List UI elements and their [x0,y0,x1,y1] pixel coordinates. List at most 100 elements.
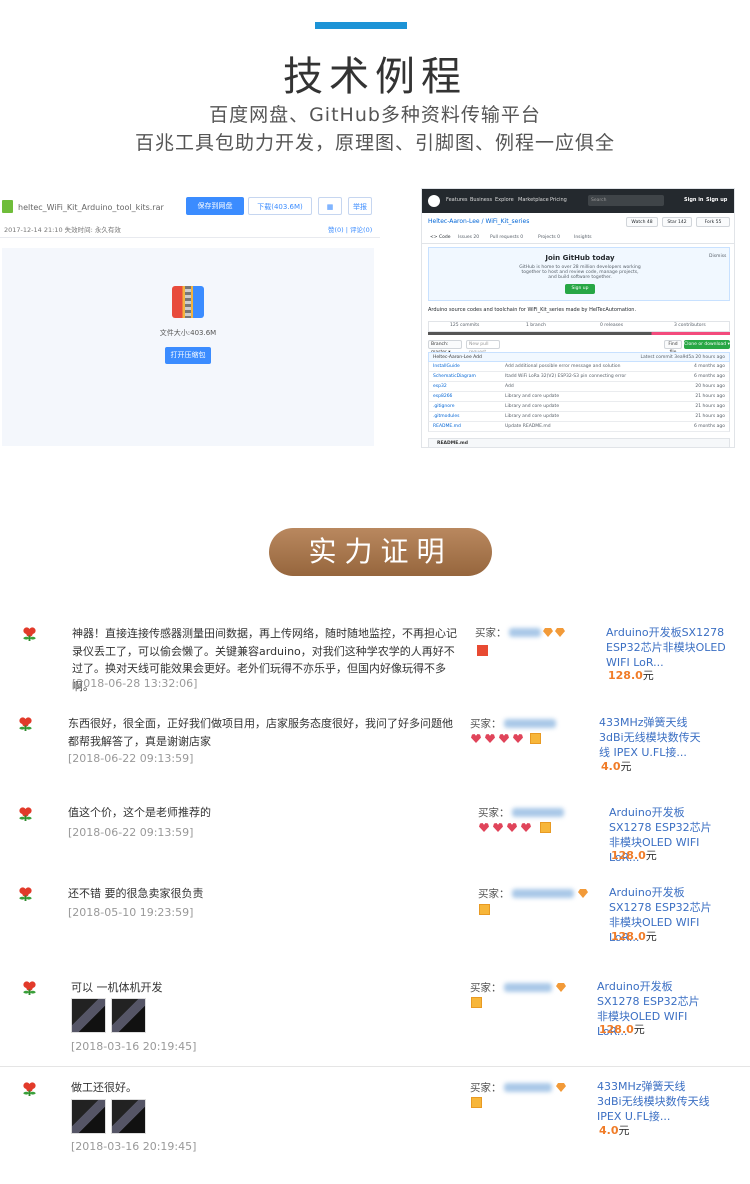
watch-button[interactable]: Watch 48 [626,217,658,227]
commit-message: Library and core update [505,404,560,409]
heart-icon [485,734,495,743]
dismiss-button[interactable]: Dismiss [709,254,726,259]
commit-time: 6 months ago [693,424,725,429]
section-title: 技术例程 [283,54,467,100]
product-link[interactable]: 433MHz弹簧天线 3dBi无线模块数传天线 IPEX U.FL接... [599,715,711,760]
buyer-name-masked [504,1083,552,1092]
nav-pricing[interactable]: Pricing [550,197,567,203]
review-photo[interactable] [111,998,146,1033]
accent-bar [315,22,407,29]
diamond-icon [556,983,566,992]
file-row[interactable]: SchematicDiagram Itadd WiFi LoRa 32(V2) E… [428,372,730,382]
star-button[interactable]: Star 142 [662,217,692,227]
tab-projects[interactable]: Projects 0 [538,235,560,240]
review-date: [2018-05-10 19:23:59] [68,906,194,919]
flower-rating-icon [19,807,32,821]
signup-button[interactable]: Sign up [565,284,595,294]
download-button[interactable]: 下载(403.6M) [248,197,312,215]
stat-contributors[interactable]: 3 contributors [674,323,706,328]
buyer-label: 买家： [478,807,510,819]
subtitle-1: 百度网盘、GitHub多种资料传输平台 [209,104,541,126]
signup-link[interactable]: Sign up [706,197,727,203]
tab-pull-requests[interactable]: Pull requests 0 [490,235,523,240]
flower-rating-icon [19,887,32,901]
like-comment-links[interactable]: 赞(0) | 评论(0) [328,224,372,234]
file-row[interactable]: .gitignore Library and core update 21 hour… [428,402,730,412]
heart-icon [499,734,509,743]
file-name[interactable]: README.md [433,424,461,429]
vip-badge-icon [471,997,482,1008]
review-date: [2018-06-22 09:13:59] [68,826,194,839]
review-date: [2018-06-22 09:13:59] [68,752,194,765]
stat-commits[interactable]: 125 commits [450,323,479,328]
product-link[interactable]: 433MHz弹簧天线 3dBi无线模块数传天线 IPEX U.FL接... [597,1079,711,1124]
tab-code[interactable]: <> Code [430,235,451,240]
save-to-pan-button[interactable]: 保存到网盘 [186,197,244,215]
flower-rating-icon [23,1082,36,1096]
product-link[interactable]: Arduino开发板SX1278 ESP32芯片非模块OLED WIFI LoR… [606,625,726,670]
file-name[interactable]: .gitmodules [433,414,460,419]
file-row[interactable]: esp32 Add 20 hours ago [428,382,730,392]
file-name: heltec_WiFi_Kit_Arduino_tool_kits.rar [18,203,164,212]
nav-features[interactable]: Features [446,197,468,203]
open-archive-button[interactable]: 打开压缩包 [165,347,211,364]
vip-badge-icon [477,645,488,656]
file-row[interactable]: InstallGuide Add additional possible erro… [428,362,730,372]
find-file-button[interactable]: Find file [664,340,682,355]
nav-marketplace[interactable]: Marketplace [518,197,549,203]
file-name[interactable]: SchematicDiagram [433,374,476,379]
review-photo[interactable] [71,1099,106,1134]
stat-releases[interactable]: 0 releases [600,323,623,328]
clone-button[interactable]: Clone or download ▾ [684,340,730,349]
review-text: 还不错 要的很急卖家很负责 [68,887,204,900]
branch-select[interactable]: Branch: master ▾ [428,340,462,355]
latest-commit-author: Heltec-Aaron-Lee Add [433,355,482,360]
heart-icon [493,823,503,832]
tab-issues[interactable]: Issues 20 [458,235,479,240]
nav-business[interactable]: Business [470,197,492,203]
search-input[interactable]: Search [588,195,664,206]
nav-explore[interactable]: Explore [495,197,514,203]
baidupan-panel: heltec_WiFi_Kit_Arduino_tool_kits.rar 20… [0,186,380,448]
heart-icon [521,823,531,832]
latest-commit-bar: Heltec-Aaron-Lee Add Latest commit 3ea9d… [428,352,730,362]
commit-message: Add [505,384,514,389]
qrcode-icon[interactable]: ▦ [318,197,342,215]
buyer-label: 买家： [470,982,502,994]
buyer-label: 买家： [478,888,510,900]
commit-time: 20 hours ago [695,384,725,389]
product-price: 128.0元 [611,930,657,943]
commit-message: Add additional possible error message an… [505,364,621,369]
file-row[interactable]: README.md Update README.md 6 months ago [428,422,730,432]
heart-icon [479,823,489,832]
signin-link[interactable]: Sign in [684,197,703,203]
review-date: [2018-03-16 20:19:45] [71,1040,197,1053]
github-logo-icon[interactable] [428,195,440,207]
join-github-banner: Join GitHub today GitHub is home to over… [428,247,730,301]
flower-rating-icon [19,717,32,731]
report-button[interactable]: 举报 [348,197,372,215]
heart-icon [507,823,517,832]
divider [0,1066,750,1067]
new-pull-request-button[interactable]: New pull request [466,340,500,355]
file-name[interactable]: InstallGuide [433,364,460,369]
file-row[interactable]: .gitmodules Library and core update 21 hou… [428,412,730,422]
file-name[interactable]: esp32 [433,384,447,389]
proof-banner: 实力证明 [269,528,492,576]
repo-title[interactable]: Heltec-Aaron-Lee / WiFi_Kit_series [428,218,529,225]
file-name[interactable]: .gitignore [433,404,455,409]
fork-button[interactable]: Fork 55 [696,217,730,227]
stat-branch[interactable]: 1 branch [526,323,546,328]
buyer-name-masked [512,889,574,898]
file-name[interactable]: esp8266 [433,394,452,399]
github-panel: Features Business Explore Marketplace Pr… [421,188,735,448]
tab-insights[interactable]: Insights [574,235,592,240]
buyer-label: 买家： [470,1082,502,1094]
review-photo[interactable] [71,998,106,1033]
product-price: 4.0元 [601,760,632,773]
file-meta: 2017-12-14 21:10 失效时间: 永久有效 [4,226,121,234]
review-photo[interactable] [111,1099,146,1134]
buyer-name-masked [504,983,552,992]
flower-rating-icon [23,627,36,641]
file-row[interactable]: esp8266 Library and core update 21 hours a… [428,392,730,402]
